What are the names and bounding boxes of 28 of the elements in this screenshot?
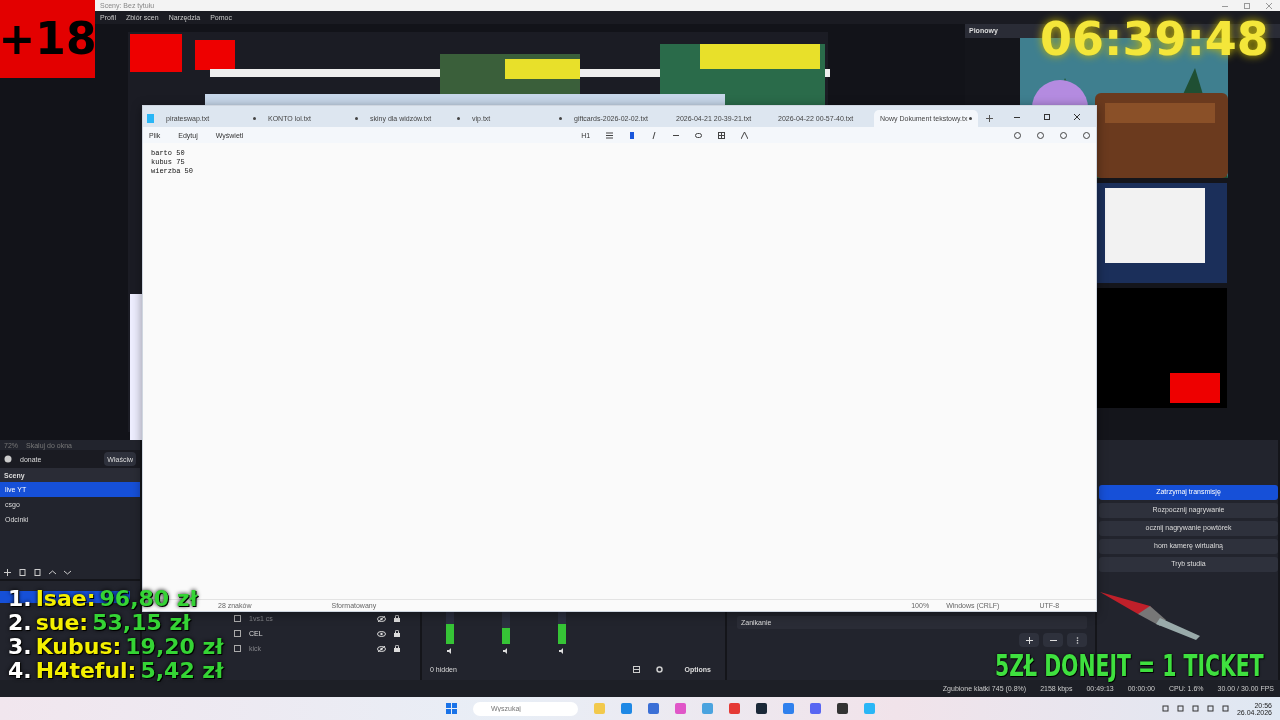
- layout-icon[interactable]: [632, 665, 640, 673]
- donation-amount: 96,80 zł: [99, 588, 198, 610]
- donor-name: H4teful:: [35, 660, 137, 682]
- globe-icon: [4, 455, 12, 463]
- add-button[interactable]: [1019, 633, 1039, 647]
- rank-number: 4.: [8, 660, 32, 682]
- clock-overlay: 06:39:48: [1040, 16, 1269, 62]
- promo-text: 5ZŁ DONEJT = 1 TICKET: [995, 651, 1264, 681]
- eye-slash-icon[interactable]: [377, 615, 386, 622]
- chevron-down-icon[interactable]: [64, 568, 71, 576]
- donation-amount: 5,42 zł: [140, 660, 224, 682]
- eye-icon[interactable]: [377, 630, 386, 637]
- rank-number: 2.: [8, 612, 32, 634]
- eye-slash-icon[interactable]: [377, 645, 386, 652]
- donor-name: Kubus:: [35, 636, 122, 658]
- lock-icon[interactable]: [394, 630, 400, 637]
- donation-amount: 19,20 zł: [125, 636, 224, 658]
- add-icon: [1025, 636, 1033, 644]
- windows-icon[interactable]: [446, 703, 457, 714]
- add-icon[interactable]: [986, 115, 993, 122]
- remove-button[interactable]: [1043, 633, 1063, 647]
- maximize-icon[interactable]: [1044, 113, 1050, 120]
- donation-amount: 53,15 zł: [92, 612, 191, 634]
- lock-icon[interactable]: [394, 615, 400, 622]
- donor-name: sue:: [35, 612, 89, 634]
- rank-number: 3.: [8, 636, 32, 658]
- lock-icon[interactable]: [394, 645, 400, 652]
- close-icon[interactable]: [1074, 113, 1080, 120]
